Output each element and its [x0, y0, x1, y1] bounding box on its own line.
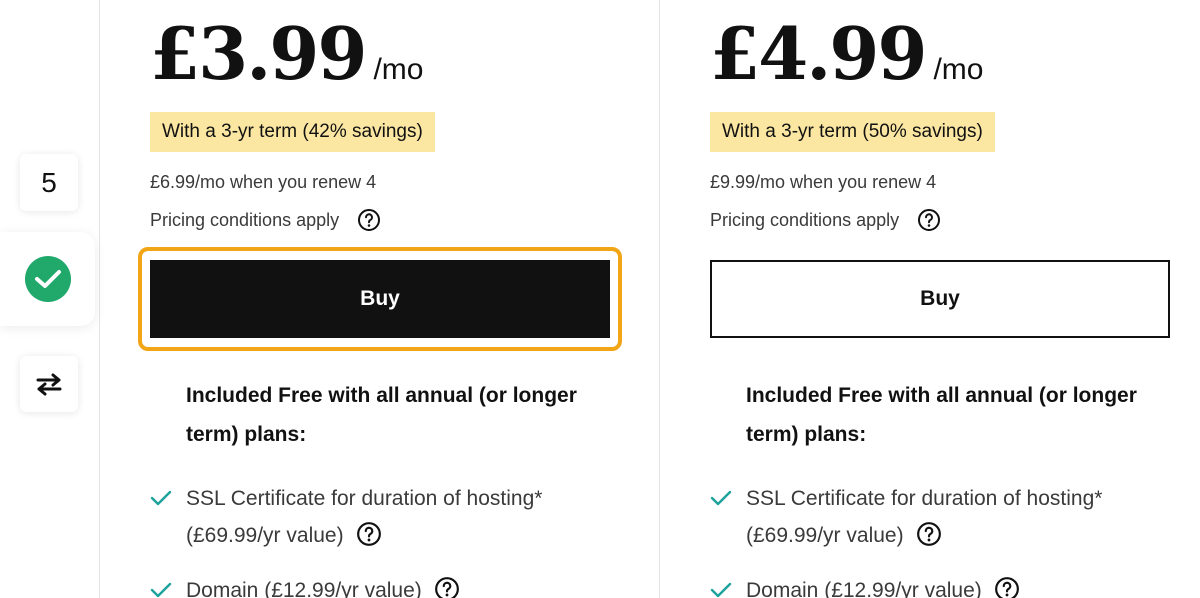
price-row: £4.99 /mo — [710, 14, 983, 94]
price-period: /mo — [933, 53, 984, 86]
swap-button[interactable] — [20, 356, 78, 412]
pricing-conditions-label: Pricing conditions apply — [710, 209, 900, 230]
savings-badge: With a 3-yr term (42% savings) — [150, 112, 435, 152]
help-icon[interactable] — [994, 576, 1020, 598]
pricing-conditions: Pricing conditions apply — [150, 208, 381, 232]
plan-card-1: £3.99 /mo With a 3-yr term (42% savings)… — [138, 0, 630, 598]
check-icon — [150, 490, 172, 506]
plan-price: £4.99 — [710, 11, 927, 96]
plan-card-2: £4.99 /mo With a 3-yr term (50% savings)… — [710, 0, 1190, 598]
price-period: /mo — [373, 53, 424, 86]
included-heading: Included Free with all annual (or longer… — [746, 384, 1137, 446]
included-heading: Included Free with all annual (or longer… — [186, 384, 577, 446]
price-row: £3.99 /mo — [150, 14, 423, 94]
feature-text: Domain (£12.99/yr value) — [746, 579, 982, 598]
swap-arrows-icon — [36, 373, 62, 396]
check-icon — [150, 582, 172, 598]
feature-text: Domain (£12.99/yr value) — [186, 579, 422, 598]
feature-item: Domain (£12.99/yr value) — [150, 572, 630, 598]
renewal-price: £6.99/mo when you renew 4 — [150, 172, 377, 192]
feature-item: Domain (£12.99/yr value) — [710, 572, 1190, 598]
help-icon[interactable] — [916, 521, 942, 547]
step-count-label: 5 — [41, 166, 57, 198]
feature-item: SSL Certificate for duration of hosting*… — [150, 480, 630, 560]
plan-price: £3.99 — [150, 11, 367, 96]
check-icon — [710, 582, 732, 598]
pricing-conditions: Pricing conditions apply — [710, 208, 941, 232]
help-icon[interactable] — [434, 576, 460, 598]
pricing-conditions-label: Pricing conditions apply — [150, 209, 340, 230]
renewal-price: £9.99/mo when you renew 4 — [710, 172, 937, 192]
buy-button[interactable]: Buy — [710, 260, 1170, 338]
savings-badge: With a 3-yr term (50% savings) — [710, 112, 995, 152]
column-divider — [659, 0, 660, 598]
status-card[interactable] — [0, 232, 95, 326]
column-divider — [99, 0, 100, 598]
feature-item: SSL Certificate for duration of hosting*… — [710, 480, 1190, 560]
help-icon[interactable] — [356, 521, 382, 547]
side-toolbar: 5 — [0, 0, 100, 598]
help-icon[interactable] — [917, 208, 941, 232]
check-icon — [710, 490, 732, 506]
buy-button[interactable]: Buy — [150, 260, 610, 338]
step-count-badge[interactable]: 5 — [20, 154, 78, 211]
check-circle-icon — [24, 256, 71, 302]
help-icon[interactable] — [357, 208, 381, 232]
